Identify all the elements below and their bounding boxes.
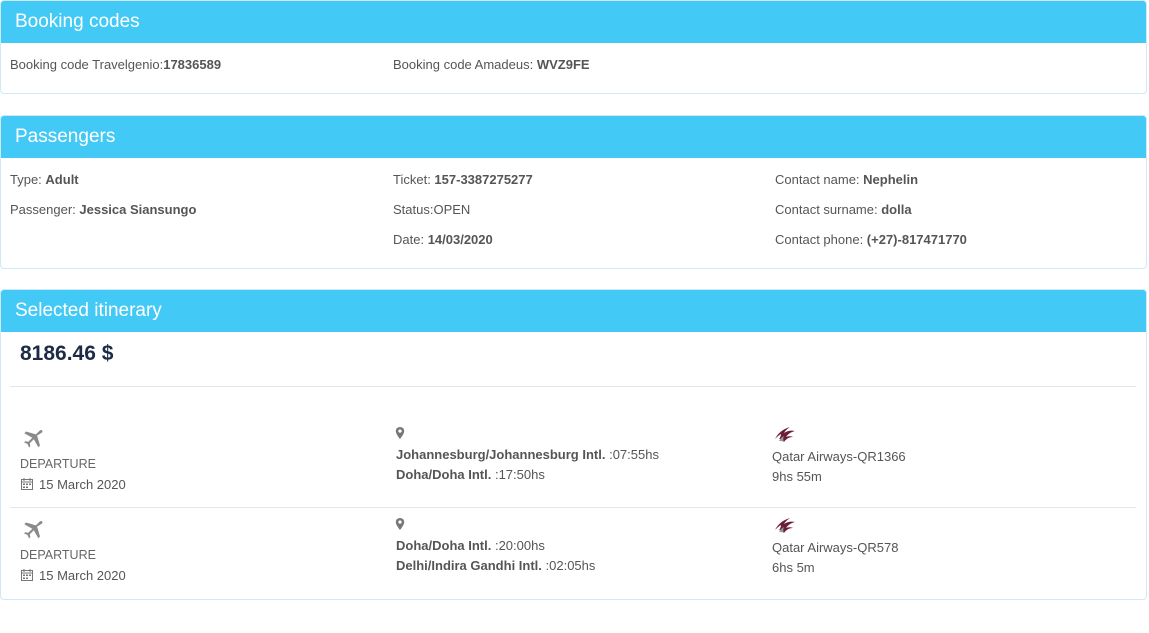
plane-icon: [24, 429, 43, 448]
segment-2-airline: Qatar Airways-QR578: [772, 540, 899, 555]
segment-1-origin: Johannesburg/Johannesburg Intl. :07:55hs: [396, 447, 659, 462]
plane-icon: [24, 520, 43, 539]
ticket-number: Ticket: 157-3387275277: [393, 172, 533, 187]
itinerary-title: Selected itinerary: [1, 290, 1146, 332]
calendar-icon: [21, 478, 33, 490]
qatar-airways-logo: [775, 518, 795, 533]
travelgenio-code: Booking code Travelgenio:17836589: [10, 57, 222, 72]
segment-1-destination: Doha/Doha Intl. :17:50hs: [396, 467, 545, 482]
qatar-airways-logo: [775, 427, 795, 442]
segment-2-direction: DEPARTURE: [20, 548, 96, 562]
passengers-panel: Passengers Type: Adult Passenger: Jessic…: [0, 115, 1147, 269]
passenger-name: Passenger: Jessica Siansungo: [10, 202, 197, 217]
segment-1-direction: DEPARTURE: [20, 457, 96, 471]
contact-surname: Contact surname: dolla: [775, 202, 912, 217]
ticket-date: Date: 14/03/2020: [393, 232, 493, 247]
amadeus-code: Booking code Amadeus: WVZ9FE: [393, 57, 590, 72]
booking-codes-title: Booking codes: [1, 1, 1146, 43]
price-divider: [10, 386, 1136, 387]
booking-codes-panel: Booking codes Booking code Travelgenio:1…: [0, 0, 1147, 94]
map-pin-icon: [395, 427, 405, 439]
segment-2-origin: Doha/Doha Intl. :20:00hs: [396, 538, 545, 553]
calendar-icon: [21, 569, 33, 581]
passengers-title: Passengers: [1, 116, 1146, 158]
segment-divider: [10, 507, 1136, 508]
segment-1-date: 15 March 2020: [39, 477, 126, 492]
segment-2-destination: Delhi/Indira Gandhi Intl. :02:05hs: [396, 558, 596, 573]
segment-2-date: 15 March 2020: [39, 568, 126, 583]
passenger-type: Type: Adult: [10, 172, 79, 187]
itinerary-price: 8186.46 $: [20, 342, 114, 365]
ticket-status: Status:OPEN: [393, 202, 471, 217]
contact-phone: Contact phone: (+27)-817471770: [775, 232, 967, 247]
contact-name: Contact name: Nephelin: [775, 172, 919, 187]
segment-1-airline: Qatar Airways-QR1366: [772, 449, 906, 464]
segment-2-duration: 6hs 5m: [772, 560, 815, 575]
map-pin-icon: [395, 518, 405, 530]
segment-1-duration: 9hs 55m: [772, 469, 822, 484]
itinerary-panel: Selected itinerary 8186.46 $ DEPARTURE 1…: [0, 289, 1147, 600]
